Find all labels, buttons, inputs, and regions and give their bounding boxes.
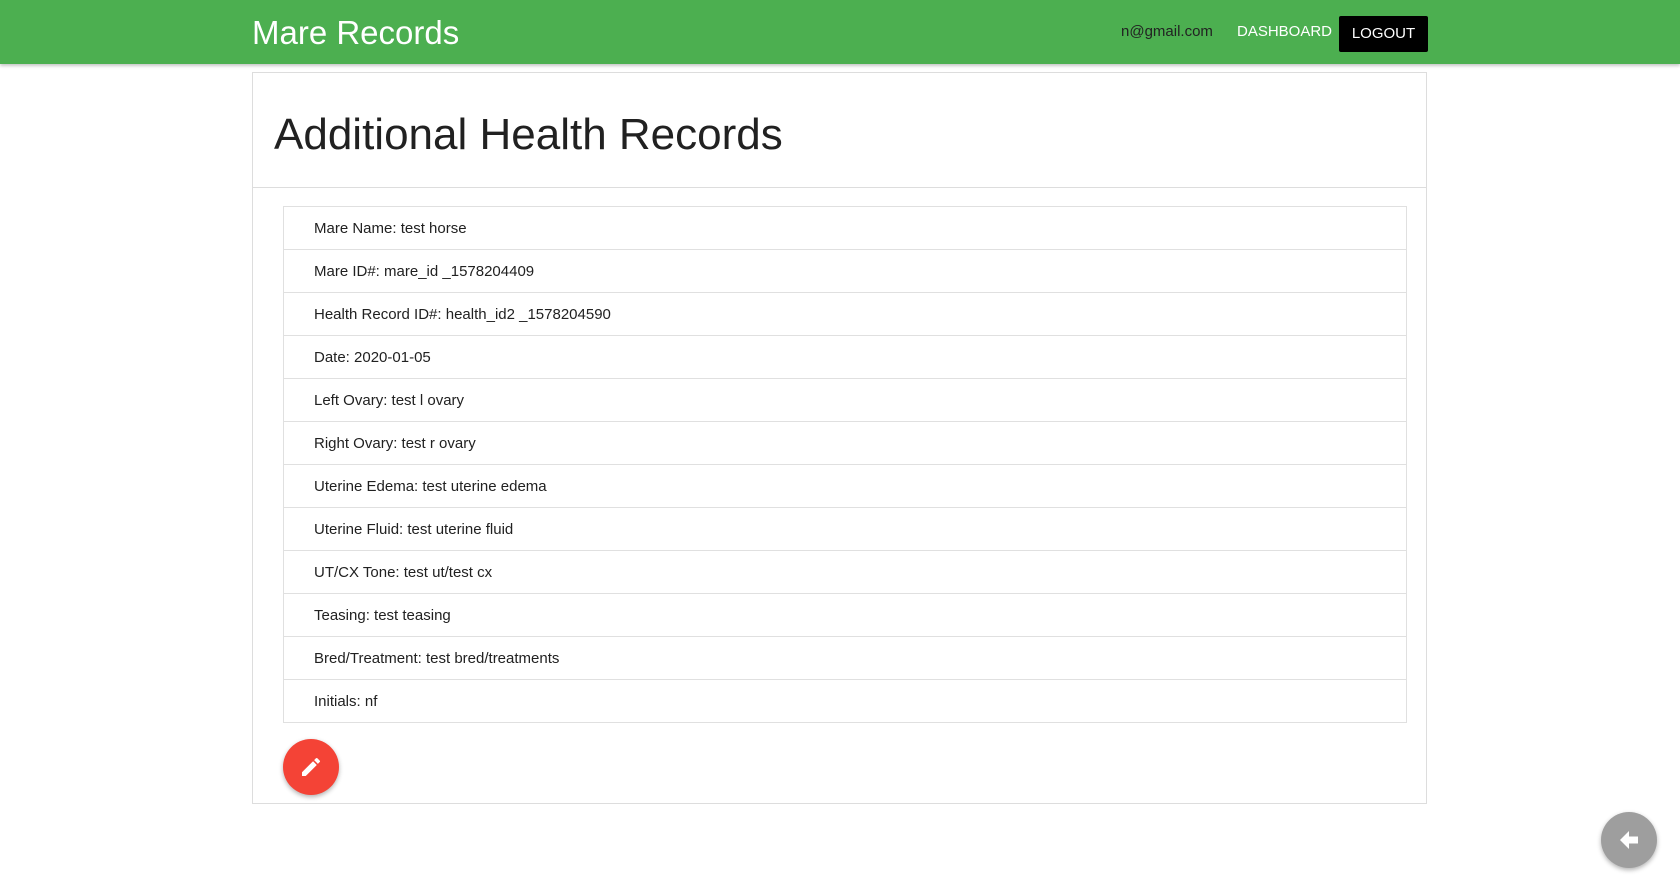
back-button[interactable] (1601, 812, 1657, 868)
record-ut-cx-tone: UT/CX Tone: test ut/test cx (284, 551, 1406, 594)
record-detail-list: Mare Name: test horse Mare ID#: mare_id … (283, 206, 1407, 723)
record-left-ovary: Left Ovary: test l ovary (284, 379, 1406, 422)
record-uterine-fluid: Uterine Fluid: test uterine fluid (284, 508, 1406, 551)
record-right-ovary: Right Ovary: test r ovary (284, 422, 1406, 465)
page-title: Additional Health Records (274, 110, 783, 159)
record-mare-id: Mare ID#: mare_id _1578204409 (284, 250, 1406, 293)
record-bred-treatment: Bred/Treatment: test bred/treatments (284, 637, 1406, 680)
record-mare-name: Mare Name: test horse (284, 207, 1406, 250)
health-record-card: Additional Health Records Mare Name: tes… (252, 72, 1427, 804)
record-uterine-edema: Uterine Edema: test uterine edema (284, 465, 1406, 508)
edit-record-button[interactable] (283, 739, 339, 795)
brand-logo[interactable]: Mare Records (252, 13, 459, 53)
card-header: Additional Health Records (253, 73, 1426, 188)
dashboard-link[interactable]: DASHBOARD (1237, 22, 1332, 42)
top-navbar: Mare Records n@gmail.com DASHBOARD LOGOU… (0, 0, 1680, 64)
logout-button[interactable]: LOGOUT (1339, 16, 1428, 52)
record-health-record-id: Health Record ID#: health_id2 _157820459… (284, 293, 1406, 336)
pencil-icon (302, 757, 321, 776)
arrow-left-icon (1620, 831, 1638, 849)
record-date: Date: 2020-01-05 (284, 336, 1406, 379)
record-initials: Initials: nf (314, 693, 378, 710)
record-teasing: Teasing: test teasing (284, 594, 1406, 637)
user-email: n@gmail.com (1121, 23, 1213, 40)
